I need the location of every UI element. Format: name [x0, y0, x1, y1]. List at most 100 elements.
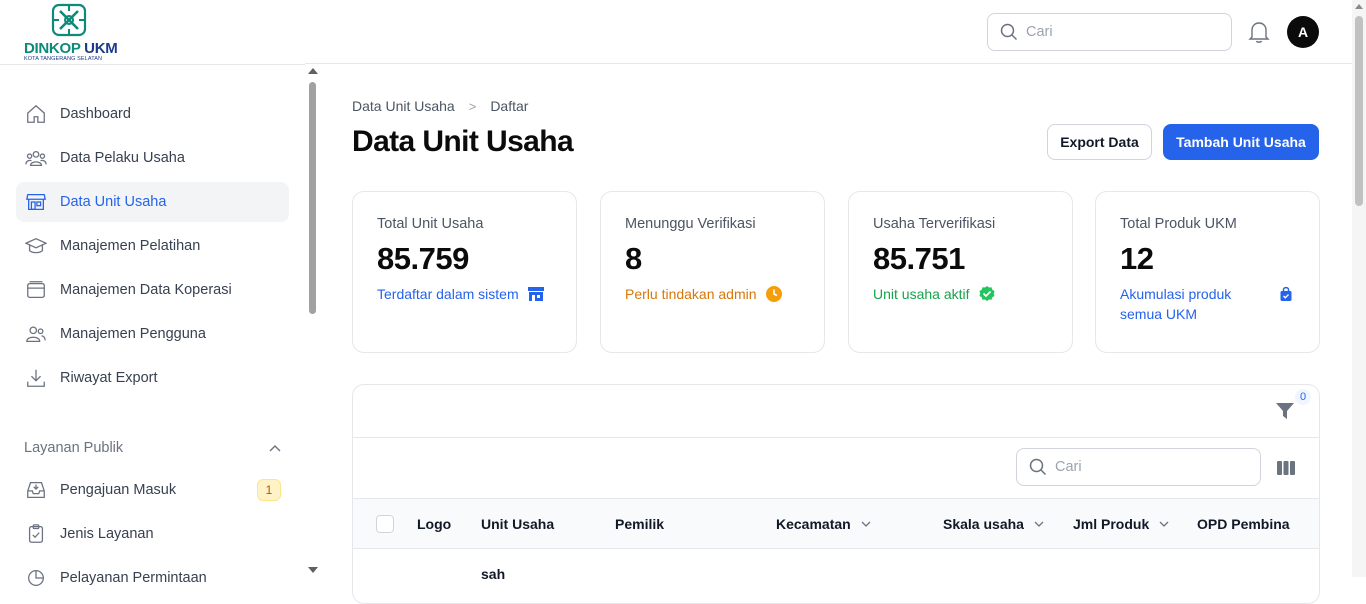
stat-value: 85.759 — [377, 241, 469, 276]
brand-logo[interactable]: DINKOP UKM KOTA TANGERANG SELATAN — [24, 2, 124, 62]
sidebar-item-manajemen-pelatihan[interactable]: Manajemen Pelatihan — [16, 226, 289, 266]
store-icon — [24, 190, 48, 214]
download-icon — [24, 366, 48, 390]
page-scroll-thumb[interactable] — [1355, 16, 1363, 206]
stats-cards: Total Unit Usaha 85.759 Terdaftar dalam … — [352, 191, 1320, 353]
stat-label: Total Produk UKM — [1120, 216, 1237, 232]
sidebar-nav-layanan: Pengajuan Masuk 1 Jenis Layanan Pelayana… — [16, 470, 289, 602]
table-search[interactable] — [1016, 448, 1261, 486]
table-search-row — [353, 438, 1319, 499]
top-bar: A — [305, 0, 1366, 64]
chevron-down-icon — [1159, 521, 1169, 527]
section-title-label: Layanan Publik — [24, 440, 124, 456]
stat-card-usaha-terverifikasi: Usaha Terverifikasi 85.751 Unit usaha ak… — [848, 191, 1073, 353]
sidebar-section-layanan-publik[interactable]: Layanan Publik — [24, 440, 281, 456]
filter-icon[interactable] — [1275, 401, 1295, 421]
archive-icon — [24, 278, 48, 302]
scroll-up-arrow-icon[interactable] — [308, 68, 318, 74]
select-all-checkbox[interactable] — [376, 515, 394, 533]
table-header-row: Logo Unit Usaha Pemilik Kecamatan Skala … — [353, 499, 1319, 549]
sidebar-item-pengajuan-masuk[interactable]: Pengajuan Masuk 1 — [16, 470, 289, 510]
stat-value: 85.751 — [873, 241, 965, 276]
sidebar-item-label: Dashboard — [60, 106, 131, 122]
chevron-down-icon — [861, 521, 871, 527]
breadcrumb: Data Unit Usaha > Daftar — [352, 98, 528, 114]
column-header-kecamatan[interactable]: Kecamatan — [776, 499, 871, 549]
stat-card-menunggu-verifikasi: Menunggu Verifikasi 8 Perlu tindakan adm… — [600, 191, 825, 353]
sidebar-item-dashboard[interactable]: Dashboard — [16, 94, 289, 134]
export-data-button[interactable]: Export Data — [1047, 124, 1152, 160]
sidebar-item-jenis-layanan[interactable]: Jenis Layanan — [16, 514, 289, 554]
scroll-thumb[interactable] — [309, 82, 316, 314]
sidebar-item-label: Riwayat Export — [60, 370, 158, 386]
breadcrumb-separator: > — [468, 98, 477, 114]
stat-subtext: Akumulasi produk semua UKM — [1120, 284, 1295, 324]
users-icon — [24, 146, 48, 170]
sidebar-item-riwayat-export[interactable]: Riwayat Export — [16, 358, 289, 398]
brand-name: DINKOP UKM — [24, 40, 118, 57]
column-header-label: Kecamatan — [776, 516, 851, 532]
stat-subtext: Perlu tindakan admin — [625, 284, 800, 304]
shopping-bag-icon — [1280, 286, 1292, 301]
user-group-icon — [24, 322, 48, 346]
inbox-icon — [24, 478, 48, 502]
sidebar: DINKOP UKM KOTA TANGERANG SELATAN Dashbo… — [0, 0, 305, 586]
search-icon — [1029, 458, 1047, 476]
stat-value: 12 — [1120, 241, 1154, 276]
add-unit-usaha-button[interactable]: Tambah Unit Usaha — [1163, 124, 1319, 160]
stat-label: Total Unit Usaha — [377, 216, 484, 232]
breadcrumb-parent[interactable]: Data Unit Usaha — [352, 98, 455, 114]
sidebar-item-data-unit-usaha[interactable]: Data Unit Usaha — [16, 182, 289, 222]
table-cell-unit-usaha[interactable]: sah — [481, 566, 505, 582]
column-header-opd-pembina: OPD Pembina — [1197, 516, 1290, 532]
home-icon — [24, 102, 48, 126]
page-title: Data Unit Usaha — [352, 125, 574, 158]
stat-label: Menunggu Verifikasi — [625, 216, 756, 232]
sidebar-item-label: Data Pelaku Usaha — [60, 150, 185, 166]
column-header-jml-produk[interactable]: Jml Produk — [1073, 499, 1169, 549]
filter-count-badge: 0 — [1295, 389, 1311, 405]
sidebar-item-label: Data Unit Usaha — [60, 194, 167, 210]
sidebar-item-label: Manajemen Pengguna — [60, 326, 206, 342]
column-header-label: Skala usaha — [943, 516, 1024, 532]
sidebar-item-data-pelaku-usaha[interactable]: Data Pelaku Usaha — [16, 138, 289, 178]
stat-card-total-unit-usaha: Total Unit Usaha 85.759 Terdaftar dalam … — [352, 191, 577, 353]
stat-subtext-label: Terdaftar dalam sistem — [377, 286, 519, 302]
columns-icon[interactable] — [1277, 460, 1295, 476]
stat-value: 8 — [625, 241, 642, 276]
stat-subtext-label: Unit usaha aktif — [873, 286, 970, 302]
sidebar-item-manajemen-pengguna[interactable]: Manajemen Pengguna — [16, 314, 289, 354]
chevron-down-icon — [1034, 521, 1044, 527]
page-scrollbar[interactable] — [1352, 0, 1366, 577]
clipboard-check-icon — [24, 522, 48, 546]
chevron-up-icon — [269, 445, 281, 452]
stat-subtext-label: Perlu tindakan admin — [625, 286, 757, 302]
column-header-skala-usaha[interactable]: Skala usaha — [943, 499, 1044, 549]
brand-logo-icon — [51, 3, 87, 37]
column-header-logo: Logo — [417, 516, 452, 532]
breadcrumb-current: Daftar — [490, 98, 529, 114]
count-badge: 1 — [257, 479, 281, 501]
stat-label: Usaha Terverifikasi — [873, 216, 996, 232]
global-search[interactable] — [987, 13, 1232, 51]
search-icon — [1000, 23, 1018, 41]
global-search-input[interactable] — [1026, 24, 1216, 40]
sidebar-scrollbar[interactable] — [305, 64, 319, 577]
sidebar-nav: Dashboard Data Pelaku Usaha Data Unit Us… — [16, 94, 289, 402]
page-scroll-up-icon[interactable] — [1355, 4, 1363, 9]
sidebar-item-label: Manajemen Data Koperasi — [60, 282, 232, 298]
unit-usaha-table: 0 Logo Unit Usaha Pemilik Kecamatan Skal… — [352, 384, 1320, 604]
scroll-down-arrow-icon[interactable] — [308, 567, 318, 573]
column-header-unit-usaha: Unit Usaha — [481, 516, 555, 532]
avatar[interactable]: A — [1287, 16, 1319, 48]
bell-icon[interactable] — [1248, 20, 1270, 44]
check-circle-icon — [979, 286, 994, 301]
table-search-input[interactable] — [1055, 459, 1245, 475]
stat-subtext: Terdaftar dalam sistem — [377, 284, 552, 304]
table-filter-row: 0 — [353, 385, 1319, 438]
chart-icon — [24, 566, 48, 590]
clock-icon — [765, 286, 782, 302]
sidebar-item-pelayanan-permintaan[interactable]: Pelayanan Permintaan — [16, 558, 289, 598]
sidebar-item-manajemen-data-koperasi[interactable]: Manajemen Data Koperasi — [16, 270, 289, 310]
column-header-label: Jml Produk — [1073, 516, 1150, 532]
